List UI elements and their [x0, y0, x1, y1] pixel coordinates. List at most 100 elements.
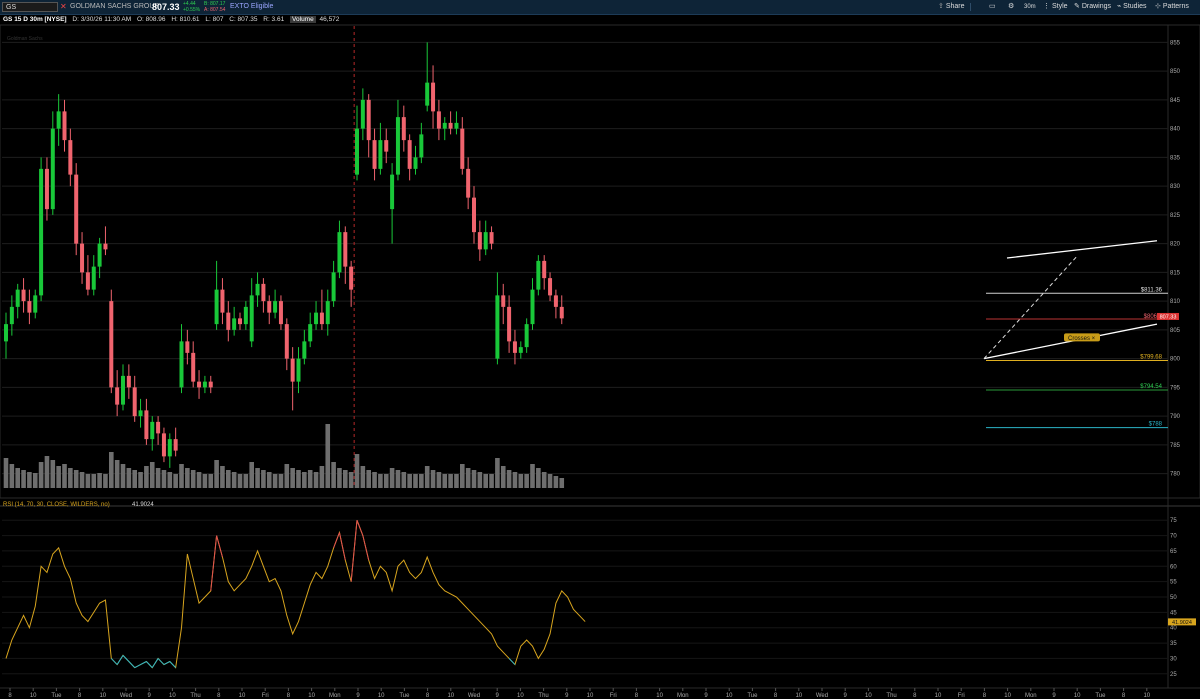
time-tick-label: 9	[844, 693, 848, 699]
candle-body	[349, 266, 354, 290]
candle-body	[366, 99, 371, 141]
volume-bar	[378, 474, 383, 488]
exto-badge[interactable]: EXTO Eligible	[230, 0, 273, 14]
candle-body	[395, 117, 400, 175]
candle-body	[372, 140, 377, 169]
time-tick-label: 10	[656, 693, 663, 699]
time-tick-label: 10	[239, 693, 246, 699]
candle-body	[407, 140, 412, 169]
settings-button[interactable]: ▭	[989, 0, 996, 14]
time-tick-label: 8	[1122, 693, 1126, 699]
volume-bar	[173, 474, 178, 488]
time-tick-label: Tue	[51, 693, 62, 699]
time-tick-label: 8	[426, 693, 430, 699]
volume-bar	[91, 474, 97, 488]
time-tick-label: Mon	[329, 693, 341, 699]
rsi-overbought-segment	[210, 535, 218, 591]
volume-bar	[541, 472, 547, 488]
patterns-icon: ⊹	[1155, 3, 1163, 10]
time-tick-label: Tue	[1095, 693, 1106, 699]
volume-bar	[530, 464, 535, 488]
rsi-overbought-segment	[338, 532, 346, 561]
price-tick-label: 830	[1170, 184, 1181, 190]
candle-body	[390, 174, 395, 210]
time-tick-label: Fri	[958, 693, 965, 699]
candle-body	[156, 421, 161, 434]
candle-body	[80, 243, 85, 273]
candle-body	[74, 174, 79, 244]
rsi-panel: RSI (14, 70, 30, CLOSE, WILDERS, no) 41.…	[2, 502, 1168, 675]
interval-button[interactable]: 30m	[1024, 0, 1036, 14]
volume-bar	[167, 472, 173, 488]
candle-body	[85, 272, 90, 290]
time-tick-label: 10	[726, 693, 733, 699]
time-tick-label: Tue	[747, 693, 758, 699]
volume-bar	[214, 460, 219, 488]
volume-bar	[3, 458, 9, 488]
candle-body	[489, 232, 494, 244]
volume-bar	[272, 474, 278, 488]
time-tick-label: 10	[935, 693, 942, 699]
rsi-oversold-segment	[146, 661, 153, 668]
time-tick-label: 10	[308, 693, 315, 699]
volume-bar	[489, 474, 494, 488]
time-tick-label: Thu	[190, 693, 200, 699]
bar-high: H: 810.61	[171, 16, 200, 23]
volume-bar	[477, 472, 483, 488]
volume-bar	[21, 470, 26, 488]
chart-title: GS 15 D 30m [NYSE]	[3, 16, 67, 23]
candle-body	[413, 157, 418, 169]
candle-body	[512, 341, 517, 353]
volume-bar	[79, 472, 85, 488]
bar-date: D: 3/30/26 11:30 AM	[72, 16, 132, 23]
bar-close: C: 807.35	[229, 16, 258, 23]
time-tick-label: 10	[30, 693, 37, 699]
volume-bar	[202, 474, 208, 488]
candle-body	[530, 289, 535, 325]
candle-body	[50, 128, 55, 210]
drawings-layer[interactable]: Crosses ×	[983, 240, 1168, 429]
time-tick-label: 10	[517, 693, 524, 699]
candle-body	[460, 128, 465, 169]
time-tick-label: 9	[496, 693, 500, 699]
time-tick-label: 10	[1004, 693, 1011, 699]
volume-bar	[120, 464, 126, 488]
candle-body	[33, 295, 38, 313]
volume-bar	[436, 472, 442, 488]
rsi-overbought-segment	[216, 535, 223, 558]
rsi-title: RSI (14, 70, 30, CLOSE, WILDERS, no)	[3, 502, 110, 508]
time-tick-label: 8	[78, 693, 82, 699]
price-tick-label: 855	[1170, 40, 1181, 46]
price-tick-label: 780	[1170, 472, 1181, 478]
volume-bar	[413, 474, 418, 488]
share-button[interactable]: ⇪ Share	[938, 0, 965, 14]
price-tick-label: 795	[1170, 385, 1181, 391]
drawings-button[interactable]: ✎ Drawings	[1074, 0, 1111, 14]
volume-bar	[395, 470, 401, 488]
gear-button[interactable]: ⚙	[1008, 0, 1014, 14]
candle-body	[419, 134, 424, 158]
candle-body	[97, 243, 102, 267]
rsi-axis: 25 30 35 40 45 50 55 60 65 70 75 41.9024	[1168, 518, 1196, 678]
candle-body	[483, 232, 488, 250]
volume-bar	[149, 462, 155, 488]
style-button[interactable]: ⋮ Style	[1043, 0, 1068, 14]
rsi-tick-label: 35	[1170, 641, 1177, 647]
candle-body	[477, 232, 482, 250]
rsi-overbought-segment	[333, 532, 340, 549]
candle-body	[273, 301, 278, 313]
volume-bar	[465, 468, 471, 488]
rsi-oversold-segment	[140, 661, 147, 666]
rsi-tick-label: 50	[1170, 595, 1177, 601]
level-label-orange: $799.68	[1140, 354, 1162, 360]
studies-button[interactable]: ⌁ Studies	[1117, 0, 1147, 14]
symbol-input[interactable]: GS	[2, 2, 58, 12]
time-tick-label: Wed	[816, 693, 828, 699]
candle-body	[39, 168, 44, 296]
candle-body	[91, 266, 96, 290]
price-tick-label: 810	[1170, 299, 1181, 305]
volume-bar	[266, 472, 272, 488]
symbol-close-icon[interactable]: ✕	[60, 0, 67, 14]
rsi-value: 41.9024	[132, 502, 154, 508]
patterns-button[interactable]: ⊹ Patterns	[1155, 0, 1189, 14]
